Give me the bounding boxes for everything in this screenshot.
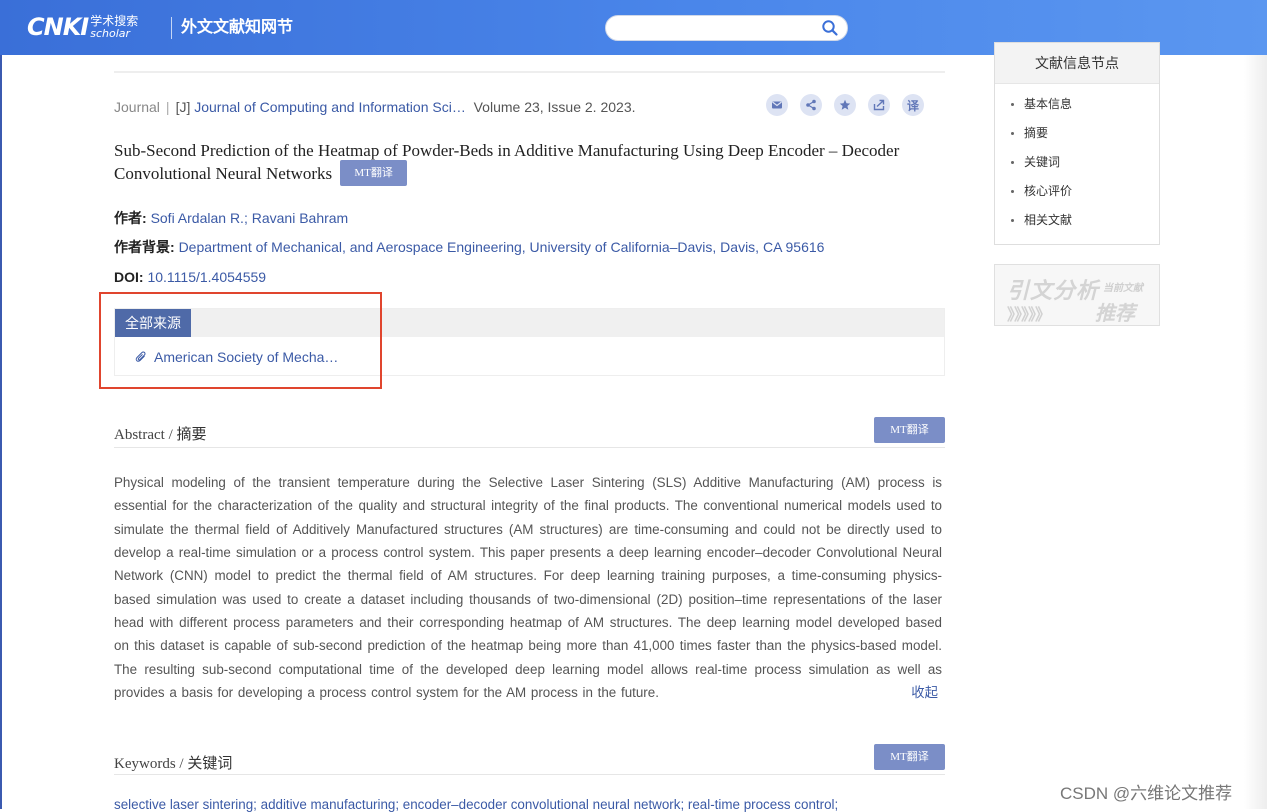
- abstract-header: Abstract / 摘要 MT翻译: [114, 417, 945, 448]
- journal-link[interactable]: Journal of Computing and Information Sci…: [194, 99, 466, 115]
- meta-separator: |: [165, 99, 170, 115]
- translate-icon: 译: [906, 98, 919, 113]
- bullet-icon: [1011, 132, 1014, 135]
- sidebar-item-label: 摘要: [1024, 126, 1049, 140]
- top-divider: [114, 71, 945, 73]
- doi-row: DOI: 10.1115/1.4054559: [114, 268, 266, 286]
- keywords-header: Keywords / 关键词 MT翻译: [114, 744, 945, 775]
- sidebar-item-label: 核心评价: [1024, 184, 1073, 198]
- volume-info: Volume 23, Issue 2. 2023.: [473, 99, 636, 115]
- keywords-mt-translate-button[interactable]: MT翻译: [874, 744, 945, 770]
- keywords-list[interactable]: selective laser sintering; additive manu…: [114, 797, 838, 812]
- keywords-title-slash: /: [175, 756, 188, 772]
- background-label: 作者背景:: [114, 239, 175, 255]
- keywords-title-en: Keywords: [114, 756, 176, 772]
- export-icon: [873, 99, 885, 111]
- right-edge-shadow: [1244, 55, 1267, 809]
- email-icon: [772, 101, 782, 109]
- favorite-button[interactable]: [834, 94, 856, 116]
- star-icon: [839, 99, 851, 110]
- export-button[interactable]: [868, 94, 890, 116]
- email-button[interactable]: [766, 94, 788, 116]
- bullet-icon: [1011, 219, 1014, 222]
- article-title: Sub-Second Prediction of the Heatmap of …: [114, 139, 944, 188]
- publication-meta: Journal | [J] Journal of Computing and Inf…: [114, 98, 636, 116]
- abstract-mt-translate-button[interactable]: MT翻译: [874, 417, 945, 443]
- author-background-row: 作者背景: Department of Mechanical, and Aero…: [114, 238, 824, 256]
- title-mt-translate-button[interactable]: MT翻译: [340, 160, 407, 187]
- share-button[interactable]: [800, 94, 822, 116]
- logo-sub: 学术搜索 scholar: [90, 15, 138, 40]
- article-title-text: Sub-Second Prediction of the Heatmap of …: [114, 141, 900, 183]
- bullet-icon: [1011, 161, 1014, 164]
- sidebar-item-label: 基本信息: [1024, 97, 1073, 111]
- abstract-title: Abstract / 摘要: [114, 423, 207, 444]
- sidebar-list: 基本信息 摘要 关键词 核心评价 相关文献: [995, 84, 1159, 235]
- authors-label: 作者:: [114, 210, 147, 226]
- pub-tag: [J]: [175, 99, 191, 115]
- pub-type: Journal: [114, 99, 160, 115]
- banner-tui-text: 推荐: [1095, 303, 1135, 325]
- banner-small-text: 当前文献: [1103, 283, 1143, 294]
- collapse-link[interactable]: 收起: [911, 681, 938, 704]
- doi-link[interactable]: 10.1115/1.4054559: [147, 269, 266, 285]
- authors-row: 作者: Sofi Ardalan R.; Ravani Bahram: [114, 209, 348, 227]
- abstract-text: Physical modeling of the transient tempe…: [114, 475, 942, 701]
- search-input[interactable]: [605, 15, 848, 41]
- abstract-title-en: Abstract: [114, 427, 165, 443]
- background-link[interactable]: Department of Mechanical, and Aerospace …: [179, 239, 825, 255]
- site-title: 外文文献知网节: [181, 19, 294, 36]
- sidebar-item-keywords[interactable]: 关键词: [1011, 148, 1159, 177]
- abstract-body: Physical modeling of the transient tempe…: [114, 471, 942, 704]
- authors-link[interactable]: Sofi Ardalan R.; Ravani Bahram: [151, 210, 349, 226]
- annotation-highlight-box: [99, 292, 382, 389]
- bullet-icon: [1011, 103, 1014, 106]
- csdn-watermark: CSDN @六维论文推荐: [1060, 784, 1233, 803]
- abstract-title-slash: /: [164, 427, 177, 443]
- sidebar-item-abstract[interactable]: 摘要: [1011, 119, 1159, 148]
- sidebar-title: 文献信息节点: [995, 43, 1159, 84]
- doi-label: DOI:: [114, 269, 144, 285]
- doc-info-nav: 文献信息节点 基本信息 摘要 关键词 核心评价 相关文献: [994, 42, 1160, 245]
- cnki-logo[interactable]: CNKI 学术搜索 scholar: [27, 14, 138, 40]
- sidebar-item-core-evaluation[interactable]: 核心评价: [1011, 177, 1159, 206]
- sidebar-item-related-literature[interactable]: 相关文献: [1011, 206, 1159, 235]
- keywords-title: Keywords / 关键词: [114, 752, 232, 773]
- logo-main-text: CNKI: [27, 13, 89, 41]
- sidebar-item-label: 相关文献: [1024, 213, 1073, 227]
- keywords-title-cn: 关键词: [187, 754, 233, 772]
- header-divider: [171, 17, 172, 39]
- citation-recommend-banner[interactable]: 引文分析 当前文献 》》》》》 推荐: [994, 264, 1160, 326]
- abstract-title-cn: 摘要: [176, 425, 207, 443]
- action-toolbar: 译: [766, 94, 924, 116]
- bullet-icon: [1011, 190, 1014, 193]
- search-icon[interactable]: [821, 19, 839, 37]
- translate-button[interactable]: 译: [902, 94, 924, 116]
- sidebar-item-basic-info[interactable]: 基本信息: [1011, 90, 1159, 119]
- logo-en-text: scholar: [90, 27, 131, 40]
- sidebar-item-label: 关键词: [1024, 155, 1061, 169]
- share-icon: [806, 99, 816, 111]
- banner-arrows-icon: 》》》》》: [1007, 307, 1051, 324]
- left-edge-accent: [0, 55, 2, 809]
